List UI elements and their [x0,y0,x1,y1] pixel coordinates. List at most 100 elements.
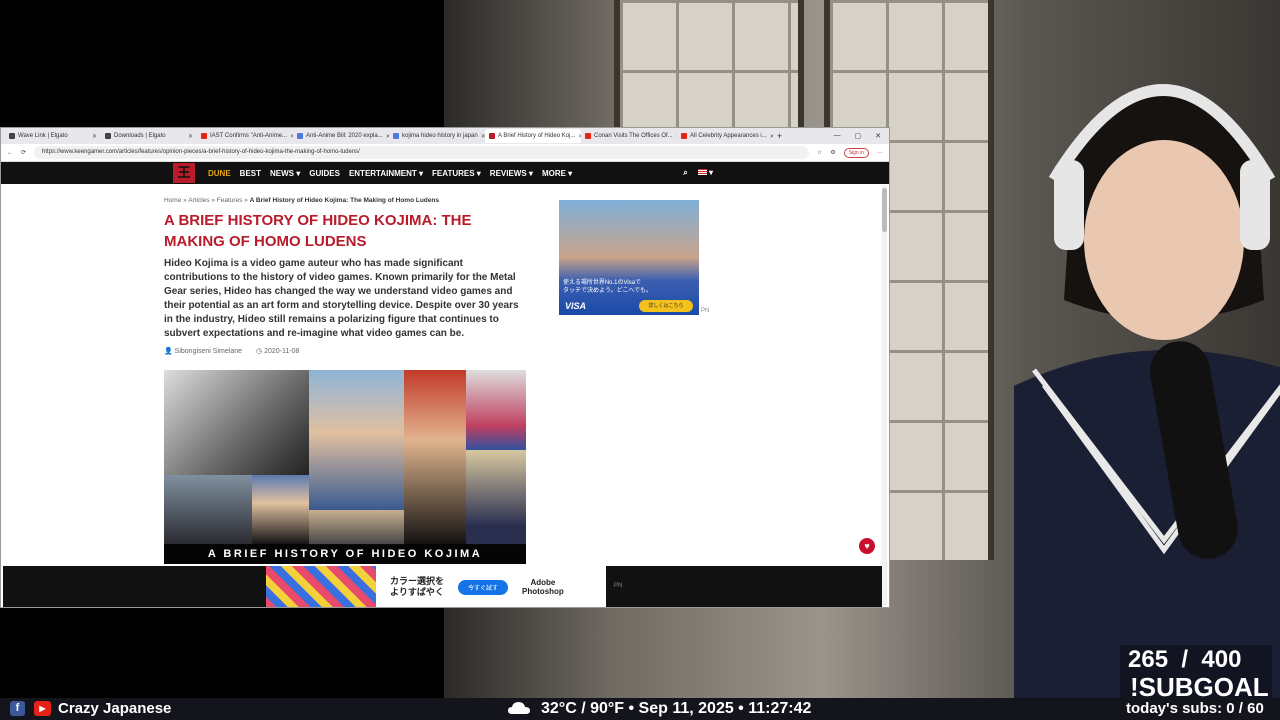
bottom-ad-text: カラー選択を よりすばやく [390,576,445,597]
today-subs: today's subs: 0 / 60 [1126,700,1264,717]
tab-favicon-icon [297,133,303,139]
refresh-icon[interactable]: ⟳ [21,149,26,156]
photo-tile [404,370,466,545]
tab[interactable]: Wave Link | Elgato ✕ [5,129,101,143]
search-icon[interactable]: ⌕ [683,168,687,178]
tab[interactable]: Conan Visits The Offices Of...✕ [581,129,677,143]
maximize-icon[interactable]: ▢ [855,132,862,140]
scrollbar-thumb[interactable] [882,188,887,232]
bottom-ad-bar: カラー選択を よりすばやく 今すぐ試す Adobe Photoshop PN [3,566,882,607]
tab-favicon-icon [9,133,15,139]
hero-image: A BRIEF HISTORY OF HIDEO KOJIMA [164,370,526,564]
sign-in-button[interactable]: Sign in [843,147,869,158]
adobe-logo: Adobe Photoshop [522,578,564,596]
back-icon[interactable]: ← [7,150,13,156]
scrollbar[interactable] [882,185,887,605]
tab[interactable]: All Celebrity Appearances i...✕ [677,129,773,143]
visa-logo: VISA [565,301,587,311]
close-window-icon[interactable]: ✕ [875,132,881,140]
stream-name: Crazy Japanese [58,700,172,717]
side-ad-cta[interactable]: 詳しくはこちら [639,300,693,312]
tab-label: Downloads | Elgato [114,133,166,139]
article-meta: 👤 Sibongiseni Simelane ◷ 2020-11-08 [164,347,299,355]
photo-tile [164,475,252,545]
tab-label: IAST Confirms "Anti-Anime... [210,133,288,139]
tab-favicon-icon [585,133,591,139]
tab-favicon-icon [489,133,495,139]
nav-best[interactable]: BEST [240,169,261,178]
page-title: A Brief History of Hideo Kojima: The Mak… [164,212,472,250]
window-controls: — ▢ ✕ [834,132,890,140]
tab-label: Wave Link | Elgato [18,133,68,139]
favorite-icon[interactable]: ☆ [817,149,822,156]
side-ad[interactable]: 使える場所世界No.1のVisaで タッチで決めよう。どこへでも。 VISA 詳… [559,200,699,315]
more-icon[interactable]: ··· [877,150,883,156]
page-content: Home » Articles » Features » A Brief His… [1,184,889,604]
side-ad-text: 使える場所世界No.1のVisaで タッチで決めよう。どこへでも。 [563,280,653,294]
nav-dune[interactable]: DUNE [208,169,231,178]
tab-active[interactable]: A Brief History of Hideo Koj...✕ [485,129,581,143]
photo-tile [164,370,309,475]
address-bar-row: ← ⟳ https://www.keengamer.com/articles/f… [1,144,889,162]
publish-date: ◷ 2020-11-08 [256,348,300,355]
close-tab-icon[interactable]: ✕ [92,133,97,140]
ad-label: PN [614,583,623,589]
tab[interactable]: kojima hideo history in japan✕ [389,129,485,143]
nav-entertainment[interactable]: ENTERTAINMENT ▾ [349,169,423,178]
bottom-ad[interactable]: カラー選択を よりすばやく 今すぐ試す Adobe Photoshop [266,566,606,607]
minimize-icon[interactable]: — [834,132,841,140]
photo-tile [466,450,526,545]
browser-window: Wave Link | Elgato ✕ Downloads | Elgato ✕ … [0,127,890,608]
stream-info-bar: f ▶ Crazy Japanese 32°C / 90°F • Sep 11,… [0,698,1280,720]
article-intro: Hideo Kojima is a video game auteur who … [164,258,519,339]
photo-tile [309,370,404,510]
nav-tools: ⌕ ▾ [683,168,713,178]
tab-label: kojima hideo history in japan [402,133,478,139]
nav-guides[interactable]: GUIDES [309,169,340,178]
breadcrumb-links[interactable]: Home » Articles » Features » [164,197,250,204]
new-tab-icon[interactable]: + [777,131,782,141]
facebook-icon: f [10,701,25,716]
author[interactable]: 👤 Sibongiseni Simelane [164,347,242,355]
tab-favicon-icon [681,133,687,139]
tab[interactable]: IAST Confirms "Anti-Anime...✕ [197,129,293,143]
nav-features[interactable]: FEATURES ▾ [432,169,481,178]
user-icon: 👤 [164,348,173,355]
tab-label: A Brief History of Hideo Koj... [498,133,576,139]
weather-datetime: 32°C / 90°F • Sep 11, 2025 • 11:27:42 [541,700,812,717]
extensions-icon[interactable]: ⚙ [830,149,835,156]
nav-reviews[interactable]: REVIEWS ▾ [490,169,533,178]
tab[interactable]: Anti-Anime Bill: 2020 expla...✕ [293,129,389,143]
youtube-icon: ▶ [34,701,51,716]
tab-bar: Wave Link | Elgato ✕ Downloads | Elgato ✕ … [1,128,889,144]
clock-icon: ◷ [256,348,263,355]
tab-favicon-icon [393,133,399,139]
nav-more[interactable]: MORE ▾ [542,169,572,178]
photo-tile [252,475,309,545]
close-tab-icon[interactable]: ✕ [188,133,193,140]
heart-icon[interactable]: ♥ [859,538,875,554]
subgoal-count: 265 / 400 [1128,646,1242,673]
breadcrumb: Home » Articles » Features » A Brief His… [164,197,439,204]
site-logo[interactable]: 王 [173,163,195,183]
cloud-icon [508,702,530,714]
tab-label: Anti-Anime Bill: 2020 expla... [306,133,383,139]
tab-label: All Celebrity Appearances i... [690,133,767,139]
nav-news[interactable]: NEWS ▾ [270,169,300,178]
ad-label: PN [701,308,710,314]
hero-caption: A BRIEF HISTORY OF HIDEO KOJIMA [164,544,526,564]
tab-label: Conan Visits The Offices Of... [594,133,673,139]
tab-favicon-icon [105,133,111,139]
language-flag[interactable]: ▾ [697,168,713,178]
tab[interactable]: Downloads | Elgato ✕ [101,129,197,143]
photo-tile [309,510,404,545]
ad-graphic [266,566,376,607]
bottom-ad-cta[interactable]: 今すぐ試す [458,579,509,595]
tab-favicon-icon [201,133,207,139]
close-tab-icon[interactable]: ✕ [770,133,773,140]
photo-tile [466,370,526,450]
stream-scene: Wave Link | Elgato ✕ Downloads | Elgato ✕ … [0,0,1280,720]
address-bar[interactable]: https://www.keengamer.com/articles/featu… [34,146,809,159]
site-nav: 王 DUNE BEST NEWS ▾ GUIDES ENTERTAINMENT … [1,162,889,184]
streamer-figure [1014,84,1280,698]
